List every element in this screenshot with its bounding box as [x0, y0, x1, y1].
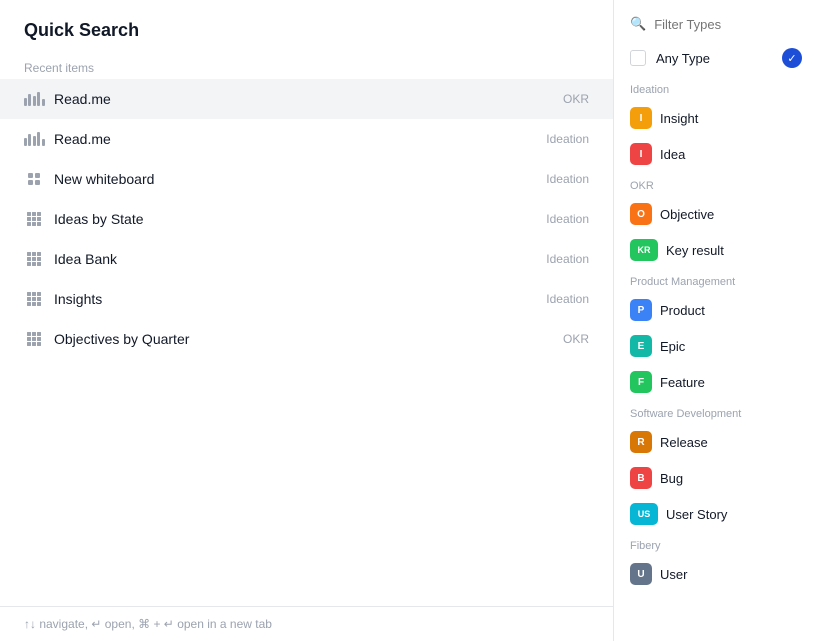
type-badge-idea: I [630, 143, 652, 165]
type-item-bug[interactable]: B Bug [622, 460, 810, 496]
item-tag: Ideation [546, 292, 589, 306]
group-label: Ideation [622, 76, 810, 100]
grid-icon [24, 249, 44, 269]
any-type-checkbox[interactable] [630, 50, 646, 66]
type-item-release[interactable]: R Release [622, 424, 810, 460]
type-list: Any Type ✓ Ideation I Insight I Idea OKR O Obje… [614, 40, 818, 641]
type-badge-user: U [630, 563, 652, 585]
right-panel: 🔍 Any Type ✓ Ideation I Insight I Idea OKR O Ob… [614, 0, 818, 641]
bottom-bar: ↑↓ navigate, ↵ open, ⌘ + ↵ open in a new… [0, 606, 613, 641]
type-badge-feature: F [630, 371, 652, 393]
grid-icon [24, 289, 44, 309]
list-item[interactable]: Insights Ideation [0, 279, 613, 319]
type-name-idea: Idea [660, 147, 685, 162]
type-name-userstory: User Story [666, 507, 727, 522]
type-name-keyresult: Key result [666, 243, 724, 258]
type-badge-insight: I [630, 107, 652, 129]
main-container: Quick Search Recent items Read.meOKRRead… [0, 0, 818, 641]
item-name: Ideas by State [54, 211, 536, 227]
item-name: New whiteboard [54, 171, 536, 187]
item-tag: Ideation [546, 172, 589, 186]
type-badge-bug: B [630, 467, 652, 489]
items-list: Read.me OKR Read.me Ideation New whiteboard… [0, 79, 613, 606]
item-tag: OKR [563, 332, 589, 346]
cross-icon [24, 169, 44, 189]
group-label: OKR [622, 172, 810, 196]
type-name-objective: Objective [660, 207, 714, 222]
type-badge-userstory: US [630, 503, 658, 525]
item-tag: Ideation [546, 132, 589, 146]
type-badge-objective: O [630, 203, 652, 225]
item-name: Idea Bank [54, 251, 536, 267]
filter-header: 🔍 [614, 0, 818, 40]
bar-icon [24, 129, 44, 149]
type-badge-epic: E [630, 335, 652, 357]
type-badge-keyresult: KR [630, 239, 658, 261]
bar-icon [24, 89, 44, 109]
any-type-row[interactable]: Any Type ✓ [622, 40, 810, 76]
type-item-epic[interactable]: E Epic [622, 328, 810, 364]
panel-title: Quick Search [24, 20, 589, 41]
type-item-keyresult[interactable]: KR Key result [622, 232, 810, 268]
item-tag: Ideation [546, 252, 589, 266]
list-item[interactable]: New whiteboard Ideation [0, 159, 613, 199]
type-badge-product: P [630, 299, 652, 321]
list-item[interactable]: Read.me Ideation [0, 119, 613, 159]
grid-icon [24, 209, 44, 229]
type-name-feature: Feature [660, 375, 705, 390]
group-label: Product Management [622, 268, 810, 292]
type-item-feature[interactable]: F Feature [622, 364, 810, 400]
type-name-insight: Insight [660, 111, 698, 126]
item-name: Read.me [54, 131, 536, 147]
list-item[interactable]: Read.me OKR [0, 79, 613, 119]
type-item-user[interactable]: U User [622, 556, 810, 592]
list-item[interactable]: Objectives by Quarter OKR [0, 319, 613, 359]
item-name: Insights [54, 291, 536, 307]
any-type-check: ✓ [782, 48, 802, 68]
type-name-user: User [660, 567, 687, 582]
type-item-product[interactable]: P Product [622, 292, 810, 328]
type-item-insight[interactable]: I Insight [622, 100, 810, 136]
type-name-product: Product [660, 303, 705, 318]
type-item-idea[interactable]: I Idea [622, 136, 810, 172]
type-groups: Ideation I Insight I Idea OKR O Objective KR Key … [622, 76, 810, 592]
list-item[interactable]: Ideas by State Ideation [0, 199, 613, 239]
item-name: Read.me [54, 91, 553, 107]
search-icon: 🔍 [630, 16, 646, 32]
item-tag: Ideation [546, 212, 589, 226]
item-name: Objectives by Quarter [54, 331, 553, 347]
recent-items-label: Recent items [0, 53, 613, 79]
type-item-objective[interactable]: O Objective [622, 196, 810, 232]
keyboard-hint: ↑↓ navigate, ↵ open, ⌘ + ↵ open in a new… [24, 617, 272, 631]
item-tag: OKR [563, 92, 589, 106]
type-badge-release: R [630, 431, 652, 453]
grid-icon [24, 329, 44, 349]
left-panel: Quick Search Recent items Read.meOKRRead… [0, 0, 614, 641]
group-label: Fibery [622, 532, 810, 556]
type-name-bug: Bug [660, 471, 683, 486]
list-item[interactable]: Idea Bank Ideation [0, 239, 613, 279]
type-name-release: Release [660, 435, 708, 450]
panel-header: Quick Search [0, 0, 613, 53]
filter-input[interactable] [654, 17, 802, 32]
type-name-epic: Epic [660, 339, 685, 354]
any-type-label: Any Type [656, 51, 772, 66]
type-item-userstory[interactable]: US User Story [622, 496, 810, 532]
group-label: Software Development [622, 400, 810, 424]
